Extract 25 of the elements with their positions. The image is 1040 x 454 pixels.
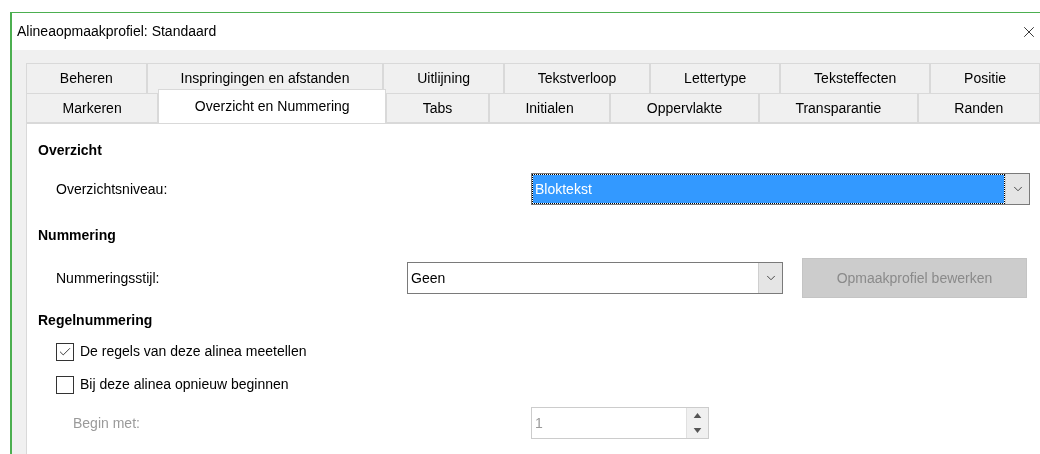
tab[interactable]: Teksteffecten — [780, 63, 931, 93]
tab[interactable]: Overzicht en Nummering — [158, 89, 387, 123]
section-heading: Regelnummering — [38, 311, 154, 330]
tab[interactable]: Beheren — [26, 63, 147, 93]
window-title: Alineaopmaakprofiel: Standaard — [17, 22, 217, 41]
checkbox[interactable] — [56, 342, 74, 361]
tab[interactable]: Lettertype — [650, 63, 781, 93]
tab[interactable]: Transparantie — [758, 93, 918, 123]
tab[interactable]: Oppervlakte — [610, 93, 759, 123]
tab[interactable]: Initialen — [488, 93, 611, 123]
tab[interactable]: Positie — [930, 63, 1040, 93]
checkbox-label: Bij deze alinea opnieuw beginnen — [80, 375, 289, 394]
checkbox[interactable] — [56, 375, 74, 394]
checkbox-label: De regels van deze alinea meetellen — [80, 342, 307, 361]
field-label: Overzichtsniveau: — [56, 179, 169, 199]
field-label: Nummeringsstijl: — [56, 268, 161, 288]
tab[interactable]: Markeren — [26, 93, 159, 123]
tab[interactable]: Uitlijning — [383, 63, 504, 93]
field-label: Begin met: — [73, 413, 141, 433]
tab[interactable]: Tabs — [386, 93, 489, 123]
numbering-style-dropdown[interactable]: Geen — [407, 262, 783, 294]
tab[interactable]: Randen — [917, 93, 1040, 123]
section-heading: Nummering — [38, 226, 117, 245]
tab[interactable]: Tekstverloop — [503, 63, 651, 93]
section-heading: Overzicht — [38, 141, 103, 160]
